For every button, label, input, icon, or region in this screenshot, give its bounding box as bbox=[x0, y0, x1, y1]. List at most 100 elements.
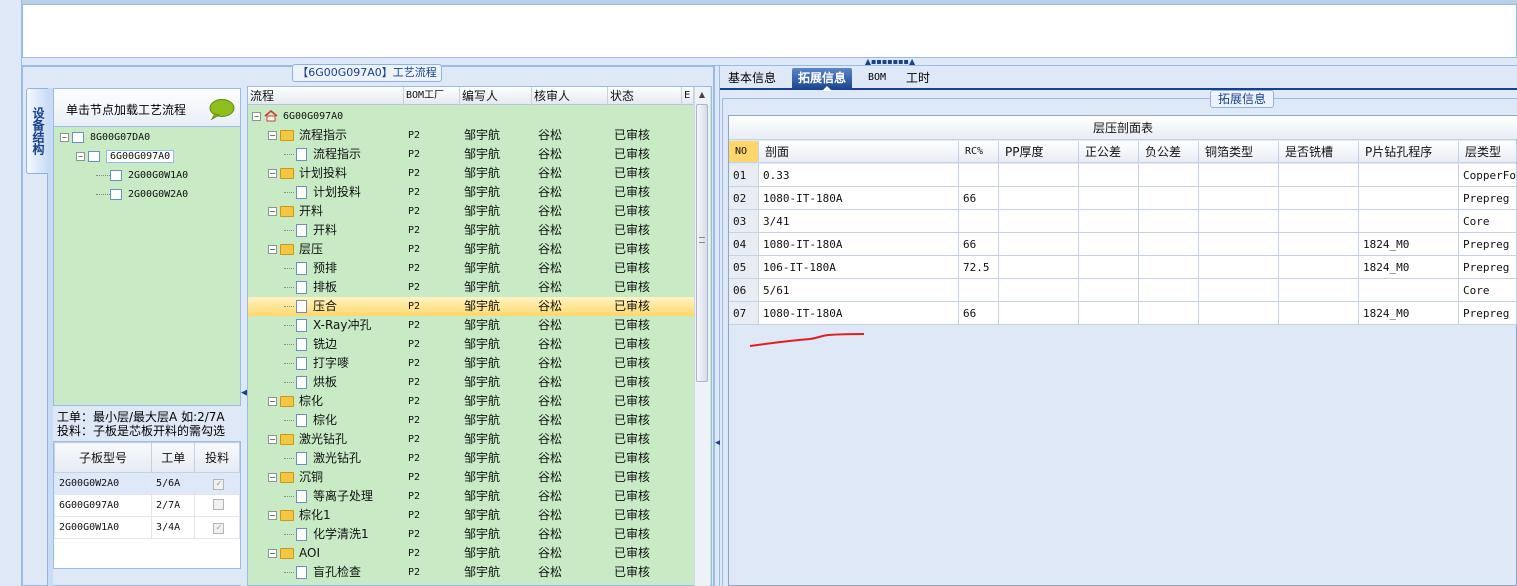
collapse-toggle-icon[interactable]: − bbox=[60, 132, 69, 142]
layer-row[interactable]: 07 1080-IT-180A 66 1824_M0 Prepreg bbox=[729, 302, 1517, 325]
cell-row-number[interactable]: 03 bbox=[729, 210, 759, 233]
cell-drill-program[interactable] bbox=[1359, 164, 1459, 187]
process-step-row[interactable]: 化学清洗1 P2 邹宇航 谷松 已审核 bbox=[248, 525, 694, 544]
col-header-pp-thickness[interactable]: PP厚度 bbox=[999, 141, 1079, 163]
layer-row[interactable]: 05 106-IT-180A 72.5 1824_M0 Prepreg bbox=[729, 256, 1517, 279]
cell-plus-tolerance[interactable] bbox=[1079, 302, 1139, 325]
process-step-row[interactable]: 流程指示 P2 邹宇航 谷松 已审核 bbox=[248, 145, 694, 164]
process-group-row[interactable]: − 计划投料 P2 邹宇航 谷松 已审核 bbox=[248, 164, 694, 183]
cell-slot-milled[interactable] bbox=[1279, 233, 1359, 256]
cell-copper-type[interactable] bbox=[1199, 210, 1279, 233]
cell-rc-percent[interactable]: 66 bbox=[959, 233, 999, 256]
cell-pp-thickness[interactable] bbox=[999, 187, 1079, 210]
process-group-row[interactable]: − 棕化 P2 邹宇航 谷松 已审核 bbox=[248, 392, 694, 411]
device-tree-node[interactable]: − 6G00G097A0 bbox=[60, 148, 240, 166]
cell-minus-tolerance[interactable] bbox=[1139, 164, 1199, 187]
cell-copper-type[interactable] bbox=[1199, 164, 1279, 187]
cell-layer-type[interactable]: Prepreg bbox=[1459, 302, 1517, 325]
cell-layer-type[interactable]: Core bbox=[1459, 279, 1517, 302]
col-header-bom-factory[interactable]: BOM工厂 bbox=[404, 87, 460, 105]
collapse-toggle-icon[interactable]: − bbox=[268, 511, 277, 520]
col-header-drill-program[interactable]: P片钻孔程序 bbox=[1359, 141, 1459, 163]
cell-copper-type[interactable] bbox=[1199, 233, 1279, 256]
col-header-minus-tol[interactable]: 负公差 bbox=[1139, 141, 1199, 163]
col-header-copper-type[interactable]: 铜箔类型 bbox=[1199, 141, 1279, 163]
cell-layer-type[interactable]: Prepreg bbox=[1459, 187, 1517, 210]
sub-board-row[interactable]: 2G00G0W1A0 3/4A ✓ bbox=[53, 516, 240, 539]
col-header-profile[interactable]: 剖面 bbox=[759, 141, 959, 163]
layer-row[interactable]: 02 1080-IT-180A 66 Prepreg bbox=[729, 187, 1517, 210]
collapse-toggle-icon[interactable]: − bbox=[268, 549, 277, 558]
col-header-no[interactable]: NO bbox=[729, 141, 759, 163]
cell-pp-thickness[interactable] bbox=[999, 164, 1079, 187]
splitter-grip-icon[interactable]: ▲▪▪▪▪▪▪▪▲ bbox=[860, 58, 920, 66]
cell-profile[interactable]: 3/41 bbox=[759, 210, 959, 233]
process-step-row[interactable]: 铣边 P2 邹宇航 谷松 已审核 bbox=[248, 335, 694, 354]
collapse-toggle-icon[interactable]: − bbox=[252, 111, 261, 121]
layer-row[interactable]: 03 3/41 Core bbox=[729, 210, 1517, 233]
process-step-row[interactable]: 计划投料 P2 邹宇航 谷松 已审核 bbox=[248, 183, 694, 202]
col-header-writer[interactable]: 编写人 bbox=[460, 87, 532, 105]
cell-pp-thickness[interactable] bbox=[999, 256, 1079, 279]
cell-copper-type[interactable] bbox=[1199, 302, 1279, 325]
cell-plus-tolerance[interactable] bbox=[1079, 187, 1139, 210]
cell-drill-program[interactable]: 1824_M0 bbox=[1359, 302, 1459, 325]
process-step-row[interactable]: 棕化 P2 邹宇航 谷松 已审核 bbox=[248, 411, 694, 430]
feed-checkbox[interactable] bbox=[213, 498, 225, 510]
cell-layer-type[interactable]: Core bbox=[1459, 210, 1517, 233]
cell-pp-thickness[interactable] bbox=[999, 210, 1079, 233]
cell-copper-type[interactable] bbox=[1199, 256, 1279, 279]
process-step-row[interactable]: 激光钻孔 P2 邹宇航 谷松 已审核 bbox=[248, 449, 694, 468]
tab-device-structure[interactable]: 设备结构 bbox=[26, 88, 48, 174]
process-step-row[interactable]: X-Ray冲孔 P2 邹宇航 谷松 已审核 bbox=[248, 316, 694, 335]
cell-row-number[interactable]: 06 bbox=[729, 279, 759, 302]
scroll-thumb[interactable] bbox=[696, 104, 708, 382]
cell-plus-tolerance[interactable] bbox=[1079, 233, 1139, 256]
collapse-toggle-icon[interactable]: − bbox=[268, 207, 277, 216]
col-header-order[interactable]: 工单 bbox=[151, 442, 196, 473]
col-header-rc[interactable]: RC% bbox=[959, 141, 999, 163]
device-tree-node[interactable]: − 8G00G07DA0 bbox=[60, 129, 240, 147]
cell-row-number[interactable]: 01 bbox=[729, 164, 759, 187]
cell-rc-percent[interactable] bbox=[959, 164, 999, 187]
layer-row[interactable]: 010.33 CopperFoil bbox=[729, 164, 1517, 187]
scroll-up-icon[interactable]: ▲ bbox=[695, 88, 709, 102]
cell-row-number[interactable]: 02 bbox=[729, 187, 759, 210]
collapse-toggle-icon[interactable]: − bbox=[268, 245, 277, 254]
col-header-slot-milled[interactable]: 是否铣槽 bbox=[1279, 141, 1359, 163]
cell-row-number[interactable]: 04 bbox=[729, 233, 759, 256]
cell-layer-type[interactable]: Prepreg bbox=[1459, 256, 1517, 279]
col-header-feed[interactable]: 投料 bbox=[194, 442, 240, 473]
process-step-row[interactable]: 排板 P2 邹宇航 谷松 已审核 bbox=[248, 278, 694, 297]
collapse-toggle-icon[interactable]: − bbox=[268, 397, 277, 406]
tree-root-row[interactable]: − 6G00G097A0 bbox=[248, 107, 694, 126]
collapse-toggle-icon[interactable]: − bbox=[76, 151, 85, 161]
cell-slot-milled[interactable] bbox=[1279, 302, 1359, 325]
cell-profile[interactable]: 1080-IT-180A bbox=[759, 233, 959, 256]
process-group-row[interactable]: − 沉铜 P2 邹宇航 谷松 已审核 bbox=[248, 468, 694, 487]
collapse-toggle-icon[interactable]: − bbox=[268, 435, 277, 444]
cell-rc-percent[interactable] bbox=[959, 210, 999, 233]
feed-checkbox[interactable]: ✓ bbox=[213, 478, 225, 490]
cell-row-number[interactable]: 07 bbox=[729, 302, 759, 325]
col-header-reviewer[interactable]: 核审人 bbox=[532, 87, 608, 105]
cell-profile[interactable]: 106-IT-180A bbox=[759, 256, 959, 279]
cell-plus-tolerance[interactable] bbox=[1079, 210, 1139, 233]
process-group-row[interactable]: − 激光钻孔 P2 邹宇航 谷松 已审核 bbox=[248, 430, 694, 449]
cell-slot-milled[interactable] bbox=[1279, 210, 1359, 233]
cell-plus-tolerance[interactable] bbox=[1079, 256, 1139, 279]
process-step-row[interactable]: 盲孔检查 P2 邹宇航 谷松 已审核 bbox=[248, 563, 694, 582]
process-step-row[interactable]: 压合 P2 邹宇航 谷松 已审核 bbox=[248, 297, 694, 316]
cell-drill-program[interactable]: 1824_M0 bbox=[1359, 233, 1459, 256]
cell-copper-type[interactable] bbox=[1199, 279, 1279, 302]
process-step-row[interactable]: 打字嘜 P2 邹宇航 谷松 已审核 bbox=[248, 354, 694, 373]
cell-profile[interactable]: 1080-IT-180A bbox=[759, 187, 959, 210]
collapse-toggle-icon[interactable]: − bbox=[268, 473, 277, 482]
process-step-row[interactable]: 烘板 P2 邹宇航 谷松 已审核 bbox=[248, 373, 694, 392]
collapse-toggle-icon[interactable]: − bbox=[268, 131, 277, 140]
cell-plus-tolerance[interactable] bbox=[1079, 164, 1139, 187]
cell-rc-percent[interactable] bbox=[959, 279, 999, 302]
process-group-row[interactable]: − 开料 P2 邹宇航 谷松 已审核 bbox=[248, 202, 694, 221]
horizontal-splitter[interactable] bbox=[22, 58, 1517, 66]
tab-bom[interactable]: BOM bbox=[862, 68, 892, 90]
